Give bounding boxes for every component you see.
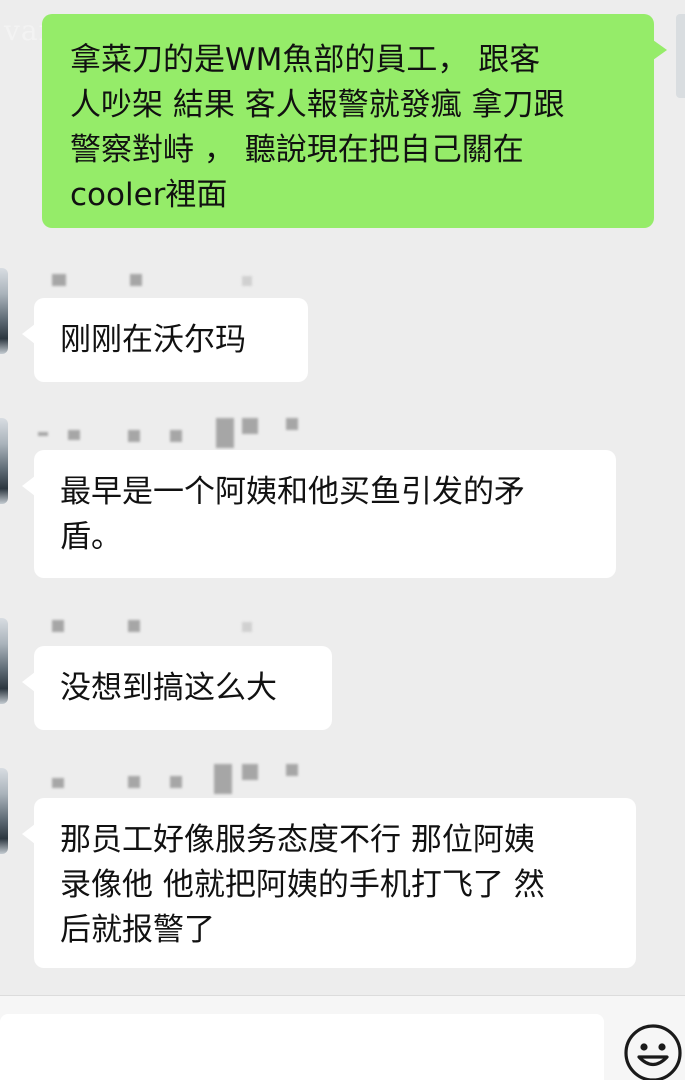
sender-avatar[interactable] (0, 268, 8, 354)
smiley-face-icon[interactable] (622, 1022, 684, 1080)
sender-name-blurred (38, 758, 328, 798)
sent-message-bubble[interactable]: 拿菜刀的是WM魚部的員工， 跟客 人吵架 結果 客人報警就發瘋 拿刀跟 警察對峙… (42, 14, 667, 228)
sender-avatar[interactable] (0, 418, 8, 504)
received-message-bubble[interactable]: 刚刚在沃尔玛 (22, 298, 308, 382)
message-text: 刚刚在沃尔玛 (60, 322, 246, 358)
sender-name-blurred (38, 610, 328, 650)
message-text: 那员工好像服务态度不行 那位阿姨 录像他 他就把阿姨的手机打飞了 然 后就报警了 (60, 822, 545, 948)
sender-avatar[interactable] (0, 618, 8, 704)
own-avatar[interactable] (676, 14, 685, 98)
sender-name-blurred (38, 412, 328, 452)
message-text: 最早是一个阿姨和他买鱼引发的矛 盾。 (60, 474, 525, 555)
message-text: 拿菜刀的是WM魚部的員工， 跟客 人吵架 結果 客人報警就發瘋 拿刀跟 警察對峙… (70, 42, 565, 213)
sender-avatar[interactable] (0, 768, 8, 854)
message-text: 没想到搞这么大 (60, 670, 277, 706)
received-message-bubble[interactable]: 最早是一个阿姨和他买鱼引发的矛 盾。 (22, 450, 616, 578)
received-message-bubble[interactable]: 那员工好像服务态度不行 那位阿姨 录像他 他就把阿姨的手机打飞了 然 后就报警了 (22, 798, 636, 968)
chat-screen: vansky.com 拿菜刀的是WM魚部的員工， 跟客 人吵架 結果 客人報警就… (0, 0, 685, 1080)
received-message-bubble[interactable]: 没想到搞这么大 (22, 646, 332, 730)
message-input[interactable] (0, 1014, 604, 1080)
